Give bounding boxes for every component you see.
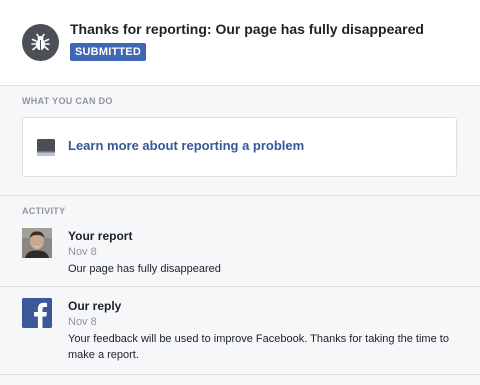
activity-item-text: Your feedback will be used to improve Fa…	[68, 333, 449, 361]
activity-item-our-reply: Our reply Nov 8 Your feedback will be us…	[0, 289, 480, 375]
book-icon	[37, 139, 55, 156]
report-header: Thanks for reporting: Our page has fully…	[0, 0, 480, 86]
activity-item-your-report: Your report Nov 8 Our page has fully dis…	[0, 219, 480, 287]
facebook-logo-icon	[22, 298, 52, 328]
report-title: Thanks for reporting: Our page has fully…	[70, 21, 424, 37]
activity-item-text: Our page has fully disappeared	[68, 263, 221, 275]
learn-more-link[interactable]: Learn more about reporting a problem	[68, 138, 304, 153]
activity-heading: ACTIVITY	[22, 206, 66, 216]
activity-section: ACTIVITY Your report Nov 8 Our page has …	[0, 196, 480, 385]
bug-icon	[22, 24, 59, 61]
activity-item-date: Nov 8	[68, 246, 97, 258]
what-you-can-do-section: WHAT YOU CAN DO Learn more about reporti…	[0, 86, 480, 196]
activity-item-date: Nov 8	[68, 316, 97, 328]
learn-more-card[interactable]: Learn more about reporting a problem	[22, 117, 457, 177]
activity-item-title: Our reply	[68, 299, 122, 313]
support-inbox-report-page: Thanks for reporting: Our page has fully…	[0, 0, 480, 385]
what-you-can-do-heading: WHAT YOU CAN DO	[22, 96, 113, 106]
activity-item-title: Your report	[68, 229, 133, 243]
user-avatar	[22, 228, 52, 258]
status-badge: SUBMITTED	[70, 43, 146, 61]
